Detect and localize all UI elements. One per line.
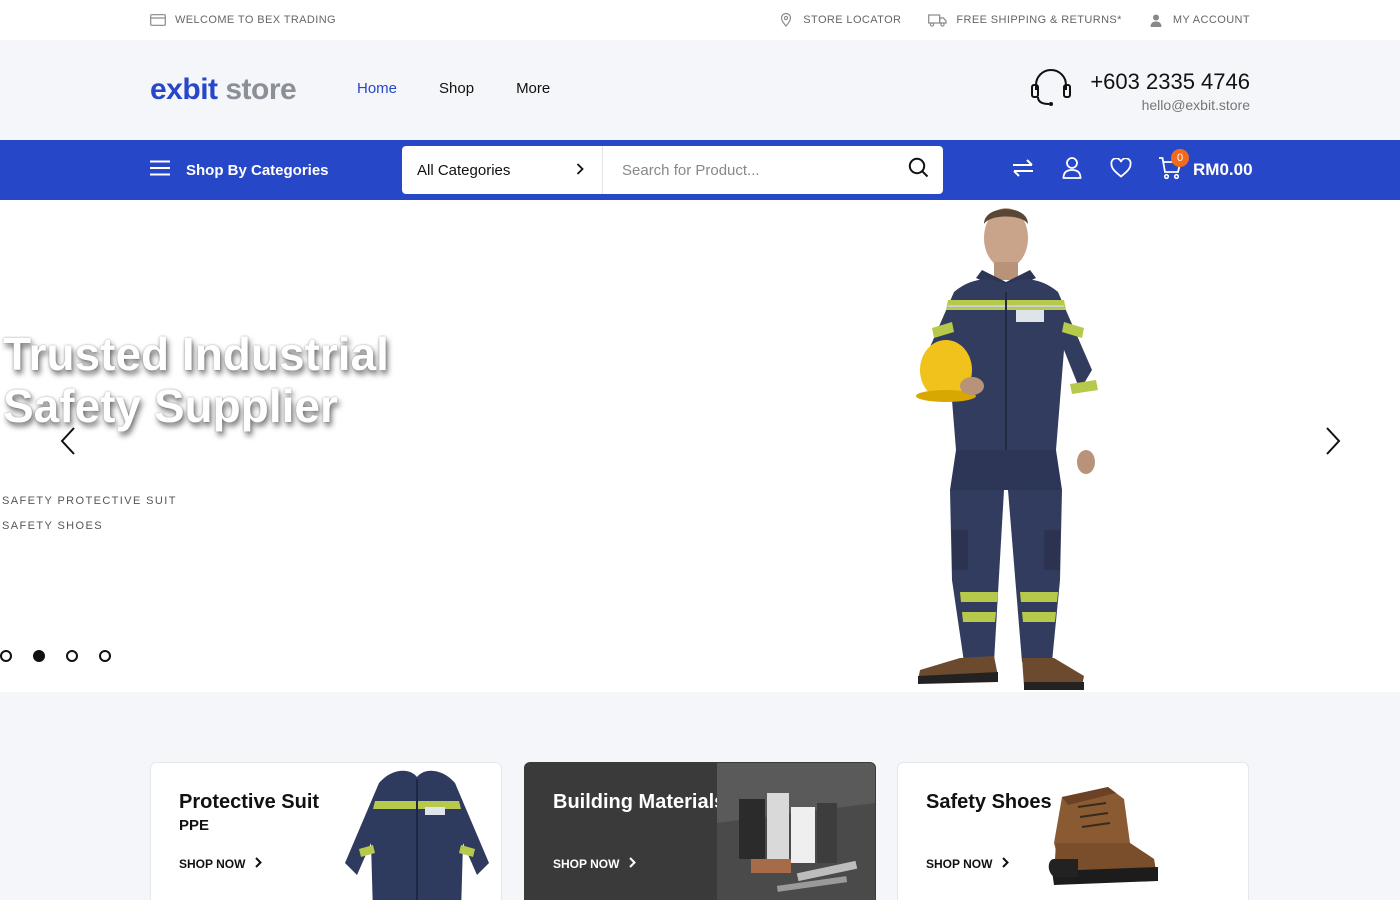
slider-dot[interactable] <box>66 650 78 662</box>
contact-block: +603 2335 4746 hello@exbit.store <box>1030 68 1250 113</box>
category-select-value: All Categories <box>417 161 511 179</box>
chevron-right-icon <box>629 857 637 871</box>
category-select[interactable]: All Categories <box>402 146 603 194</box>
email-address[interactable]: hello@exbit.store <box>1090 97 1250 113</box>
hero-sub-item[interactable]: SAFETY PROTECTIVE SUIT <box>2 495 177 507</box>
slider-dots <box>0 650 111 662</box>
main-navigation: Home Shop More <box>357 80 550 97</box>
header-actions: 0 RM0.00 <box>1010 140 1253 200</box>
welcome-text: WELCOME TO BEX TRADING <box>175 14 336 26</box>
nav-more[interactable]: More <box>516 80 550 97</box>
logo-part-exbit: exbit <box>150 73 218 106</box>
safety-shoe-image <box>1048 787 1158 885</box>
slider-dot[interactable] <box>0 650 12 662</box>
coverall-image <box>345 770 489 900</box>
shop-by-categories-label: Shop By Categories <box>186 161 329 179</box>
phone-number[interactable]: +603 2335 4746 <box>1090 69 1250 95</box>
shop-now-label: SHOP NOW <box>553 857 620 871</box>
user-icon <box>1062 156 1082 184</box>
slider-dot[interactable] <box>99 650 111 662</box>
category-card-building-materials[interactable]: Building Materials SHOP NOW <box>524 762 876 900</box>
hero-slider: Trusted Industrial Safety Supplier SAFET… <box>0 200 1400 692</box>
store-locator-label: STORE LOCATOR <box>803 14 902 26</box>
shipping-link[interactable]: FREE SHIPPING & RETURNS* <box>927 13 1121 27</box>
hero-title-line-1: Trusted Industrial <box>3 328 389 380</box>
chevron-right-icon <box>1325 426 1341 461</box>
welcome-message: WELCOME TO BEX TRADING <box>150 13 336 27</box>
search-button[interactable] <box>893 146 943 194</box>
headset-icon <box>1030 68 1072 113</box>
search-icon <box>908 157 929 183</box>
compare-arrows-icon <box>1011 158 1035 183</box>
hamburger-icon <box>150 160 170 180</box>
slider-prev-button[interactable] <box>56 426 80 461</box>
chevron-right-icon <box>576 162 584 179</box>
card-subtitle: PPE <box>179 817 210 834</box>
category-card-safety-shoes[interactable]: Safety Shoes SHOP NOW <box>897 762 1249 900</box>
account-button[interactable] <box>1059 156 1085 184</box>
search-input[interactable] <box>603 146 893 194</box>
hero-sub-item[interactable]: SAFETY SHOES <box>2 520 103 532</box>
shop-now-link[interactable]: SHOP NOW <box>179 857 263 871</box>
store-locator-link[interactable]: STORE LOCATOR <box>778 13 901 27</box>
category-cards-section: Protective Suit PPE SHOP NOW Building Ma… <box>0 692 1400 900</box>
map-pin-icon <box>778 13 794 27</box>
shop-now-link[interactable]: SHOP NOW <box>553 857 637 871</box>
card-icon <box>150 13 166 27</box>
cart-button[interactable]: 0 RM0.00 <box>1157 149 1253 183</box>
chevron-left-icon <box>60 426 76 461</box>
hero-title: Trusted Industrial Safety Supplier <box>3 328 389 432</box>
top-bar: WELCOME TO BEX TRADING STORE LOCATOR FRE… <box>0 0 1400 40</box>
cart-total: RM0.00 <box>1193 160 1253 179</box>
user-icon <box>1148 13 1164 27</box>
my-account-label: MY ACCOUNT <box>1172 14 1250 26</box>
site-logo[interactable]: exbit store <box>150 73 297 106</box>
shipping-label: FREE SHIPPING & RETURNS* <box>956 14 1122 26</box>
nav-home[interactable]: Home <box>357 80 397 97</box>
category-search-bar: Shop By Categories All Categories Search… <box>0 140 1400 200</box>
logo-part-store: store <box>225 73 297 106</box>
chevron-right-icon <box>255 857 263 871</box>
compare-button[interactable] <box>1010 157 1036 183</box>
heart-icon <box>1110 156 1132 183</box>
truck-icon <box>927 13 947 27</box>
hero-title-line-2: Safety Supplier <box>3 380 338 432</box>
my-account-link[interactable]: MY ACCOUNT <box>1148 13 1250 27</box>
cart-count-badge: 0 <box>1171 149 1189 167</box>
cart-icon-wrap: 0 <box>1157 149 1189 183</box>
hero-worker-image <box>916 208 1098 690</box>
site-header: exbit store Home Shop More +603 2335 474… <box>0 40 1400 140</box>
category-card-protective-suit[interactable]: Protective Suit PPE SHOP NOW <box>150 762 502 900</box>
search-box: All Categories <box>402 146 943 194</box>
card-title: Protective Suit <box>179 791 320 813</box>
slider-dot-active[interactable] <box>33 650 45 662</box>
building-materials-image <box>717 763 875 900</box>
card-title: Building Materials <box>553 791 726 813</box>
slider-next-button[interactable] <box>1321 426 1345 461</box>
shop-now-label: SHOP NOW <box>179 857 246 871</box>
shop-by-categories-button[interactable]: Shop By Categories <box>150 140 329 200</box>
wishlist-button[interactable] <box>1108 156 1134 183</box>
nav-shop[interactable]: Shop <box>439 80 474 97</box>
